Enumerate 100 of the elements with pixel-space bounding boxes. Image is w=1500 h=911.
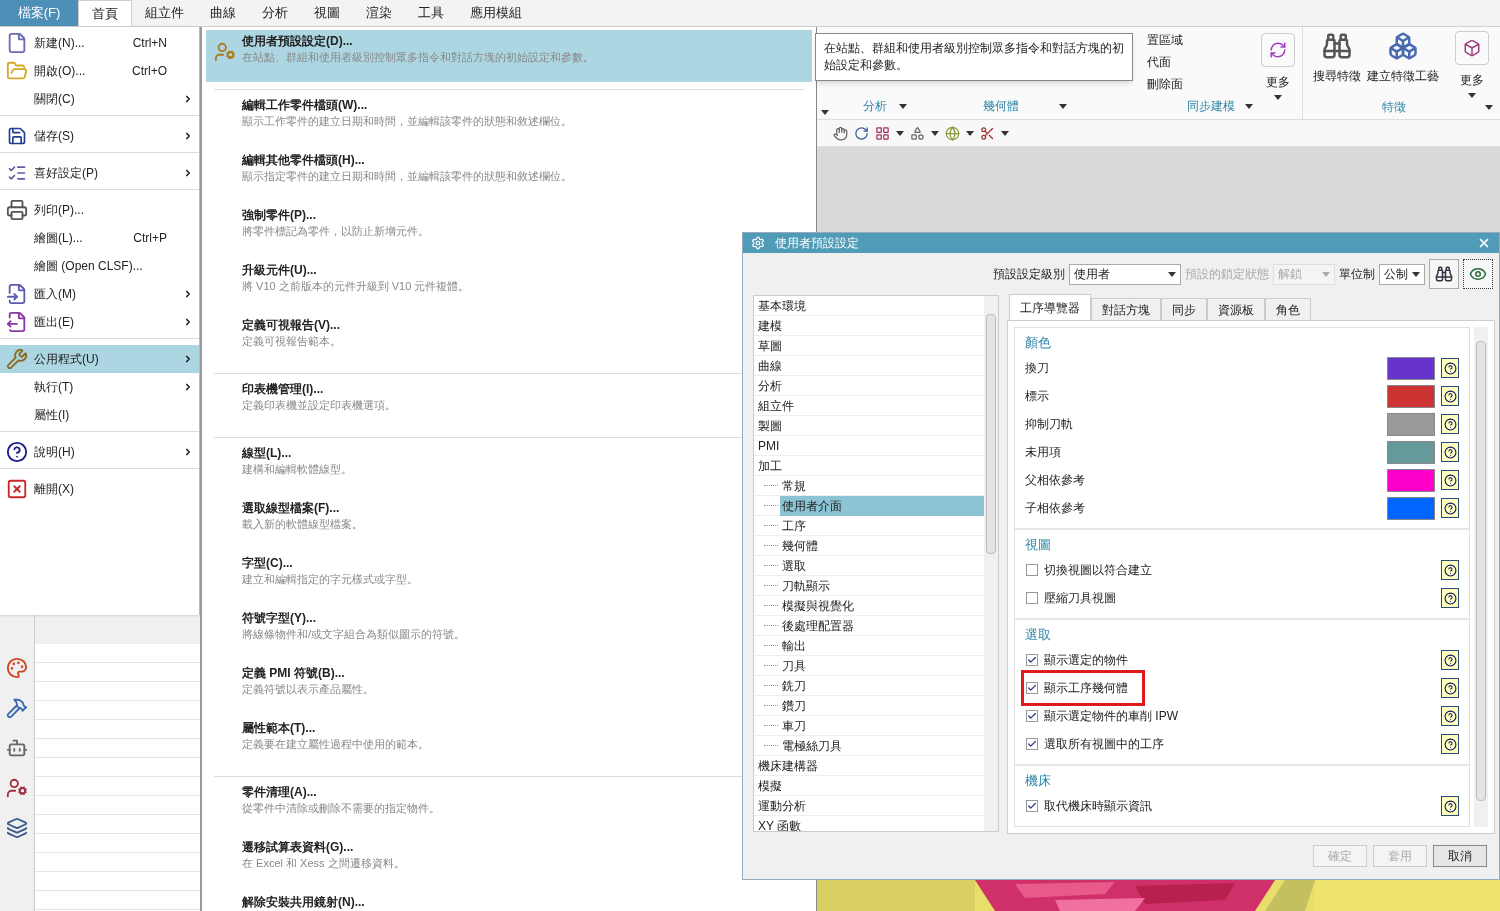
ribbon-button[interactable]: 建立特徵工藝 bbox=[1367, 31, 1439, 85]
tab[interactable]: 對話方塊 bbox=[1091, 298, 1161, 320]
units-dropdown[interactable]: 公制 bbox=[1379, 263, 1425, 285]
tree-item[interactable]: 製圖 bbox=[754, 416, 984, 436]
scrollbar[interactable] bbox=[1474, 327, 1488, 827]
menu-item[interactable]: 離開(X) bbox=[0, 475, 199, 503]
tree-item[interactable]: 草圖 bbox=[754, 336, 984, 356]
color-swatch[interactable] bbox=[1387, 440, 1435, 464]
ribbon-tab[interactable]: 分析 bbox=[249, 0, 301, 26]
color-swatch[interactable] bbox=[1387, 496, 1435, 520]
tree-item[interactable]: 基本環境 bbox=[754, 296, 984, 316]
tree-item[interactable]: 鑽刀 bbox=[780, 695, 984, 716]
help-icon[interactable] bbox=[1441, 706, 1459, 726]
help-icon[interactable] bbox=[1441, 796, 1459, 816]
shapes-icon[interactable] bbox=[910, 125, 925, 141]
ribbon-command[interactable]: 置區域 bbox=[1133, 29, 1253, 51]
ribbon-button[interactable]: 更多 bbox=[1260, 33, 1295, 91]
hammer-icon[interactable] bbox=[6, 697, 28, 719]
help-icon[interactable] bbox=[1441, 442, 1459, 462]
help-icon[interactable] bbox=[1441, 734, 1459, 754]
tab[interactable]: 角色 bbox=[1265, 298, 1311, 320]
tree-item[interactable]: 模擬 bbox=[754, 776, 984, 796]
tab[interactable]: 資源板 bbox=[1207, 298, 1265, 320]
view-button[interactable] bbox=[1463, 259, 1493, 289]
menu-item[interactable]: 列印(P)... bbox=[0, 196, 199, 224]
ribbon-tab[interactable]: 應用模組 bbox=[457, 0, 535, 26]
ribbon-command[interactable]: 刪除面 bbox=[1133, 73, 1253, 95]
layers-icon[interactable] bbox=[6, 817, 28, 839]
menu-item[interactable]: 新建(N)... Ctrl+N bbox=[0, 29, 199, 57]
menu-item[interactable]: 開啟(O)... Ctrl+O bbox=[0, 57, 199, 85]
ribbon-tab[interactable]: 視圖 bbox=[301, 0, 353, 26]
menu-item[interactable]: 繪圖 (Open CLSF)... bbox=[0, 252, 199, 280]
tab[interactable]: 同步 bbox=[1161, 298, 1207, 320]
tree-item[interactable]: 使用者介面 bbox=[780, 495, 984, 516]
tree-item[interactable]: 工序 bbox=[780, 515, 984, 536]
close-icon[interactable] bbox=[1477, 236, 1491, 250]
sphere-icon[interactable] bbox=[945, 125, 960, 141]
menu-item[interactable]: 編輯工作零件檔頭(W)... 顯示工作零件的建立日期和時間，並編輯該零件的狀態和敘述欄位。 bbox=[206, 94, 812, 149]
ribbon-tab[interactable]: 渲染 bbox=[353, 0, 405, 26]
tree-item[interactable]: 電極絲刀具 bbox=[780, 735, 984, 756]
tree-item[interactable]: 組立件 bbox=[754, 396, 984, 416]
tree-item[interactable]: 幾何體 bbox=[780, 535, 984, 556]
ribbon-button[interactable]: 搜尋特徵 bbox=[1313, 31, 1361, 85]
level-dropdown[interactable]: 使用者 bbox=[1069, 263, 1181, 285]
tree-item[interactable]: 模擬與視覺化 bbox=[780, 595, 984, 616]
tree-item[interactable]: 輸出 bbox=[780, 635, 984, 656]
scrollbar[interactable] bbox=[984, 296, 998, 831]
robot-icon[interactable] bbox=[6, 737, 28, 759]
rotate-icon[interactable] bbox=[854, 125, 869, 141]
menu-item[interactable]: 關閉(C) bbox=[0, 85, 199, 113]
menu-item[interactable]: 儲存(S) bbox=[0, 122, 199, 150]
menu-item[interactable]: 喜好設定(P) bbox=[0, 159, 199, 187]
color-swatch[interactable] bbox=[1387, 468, 1435, 492]
tree-item[interactable]: 車刀 bbox=[780, 715, 984, 736]
select-icon[interactable] bbox=[833, 125, 848, 141]
dialog-button[interactable]: 取消 bbox=[1433, 845, 1487, 867]
color-swatch[interactable] bbox=[1387, 412, 1435, 436]
tree-item[interactable]: 選取 bbox=[780, 555, 984, 576]
menu-item[interactable]: 匯入(M) bbox=[0, 280, 199, 308]
tree-item[interactable]: 常規 bbox=[780, 475, 984, 496]
help-icon[interactable] bbox=[1441, 650, 1459, 670]
tree-item[interactable]: 加工 bbox=[754, 456, 984, 476]
help-icon[interactable] bbox=[1441, 358, 1459, 378]
find-button[interactable] bbox=[1429, 259, 1459, 289]
color-swatch[interactable] bbox=[1387, 384, 1435, 408]
menu-item[interactable]: 屬性(I) bbox=[0, 401, 199, 429]
menu-item[interactable]: 編輯其他零件檔頭(H)... 顯示指定零件的建立日期和時間，並編輯該零件的狀態和敘述欄位。 bbox=[206, 149, 812, 204]
menu-item[interactable]: 繪圖(L)... Ctrl+P bbox=[0, 224, 199, 252]
ribbon-tab[interactable]: 首頁 bbox=[78, 0, 132, 26]
tree-item[interactable]: 刀軌顯示 bbox=[780, 575, 984, 596]
color-swatch[interactable] bbox=[1387, 356, 1435, 380]
ribbon-tab[interactable]: 組立件 bbox=[132, 0, 197, 26]
tree-item[interactable]: 運動分析 bbox=[754, 796, 984, 816]
tree-item[interactable]: 建模 bbox=[754, 316, 984, 336]
help-icon[interactable] bbox=[1441, 386, 1459, 406]
scissors-icon[interactable] bbox=[980, 125, 995, 141]
tree-item[interactable]: PMI bbox=[754, 436, 984, 456]
view-grid-icon[interactable] bbox=[875, 125, 890, 141]
ribbon-tab[interactable]: 工具 bbox=[405, 0, 457, 26]
checkbox[interactable] bbox=[1026, 710, 1038, 722]
menu-item[interactable]: 公用程式(U) bbox=[0, 345, 199, 373]
ribbon-tab[interactable]: 曲線 bbox=[197, 0, 249, 26]
help-icon[interactable] bbox=[1441, 498, 1459, 518]
file-menu-button[interactable]: 檔案(F) bbox=[0, 0, 78, 26]
checkbox[interactable] bbox=[1026, 682, 1038, 694]
menu-item[interactable]: 使用者預設設定(D)... 在站點、群組和使用者級別控制眾多指令和對話方塊的初始設定和參數。 bbox=[206, 30, 812, 82]
help-icon[interactable] bbox=[1441, 560, 1459, 580]
person-icon[interactable] bbox=[6, 777, 28, 799]
ribbon-command[interactable]: 代面 bbox=[1133, 51, 1253, 73]
menu-item[interactable]: 執行(T) bbox=[0, 373, 199, 401]
checkbox[interactable] bbox=[1026, 654, 1038, 666]
checkbox[interactable] bbox=[1026, 592, 1038, 604]
checkbox[interactable] bbox=[1026, 564, 1038, 576]
menu-item[interactable]: 說明(H) bbox=[0, 438, 199, 466]
help-icon[interactable] bbox=[1441, 470, 1459, 490]
help-icon[interactable] bbox=[1441, 414, 1459, 434]
help-icon[interactable] bbox=[1441, 588, 1459, 608]
tree-item[interactable]: 機床建構器 bbox=[754, 756, 984, 776]
tab[interactable]: 工序導覽器 bbox=[1009, 294, 1091, 320]
checkbox[interactable] bbox=[1026, 738, 1038, 750]
